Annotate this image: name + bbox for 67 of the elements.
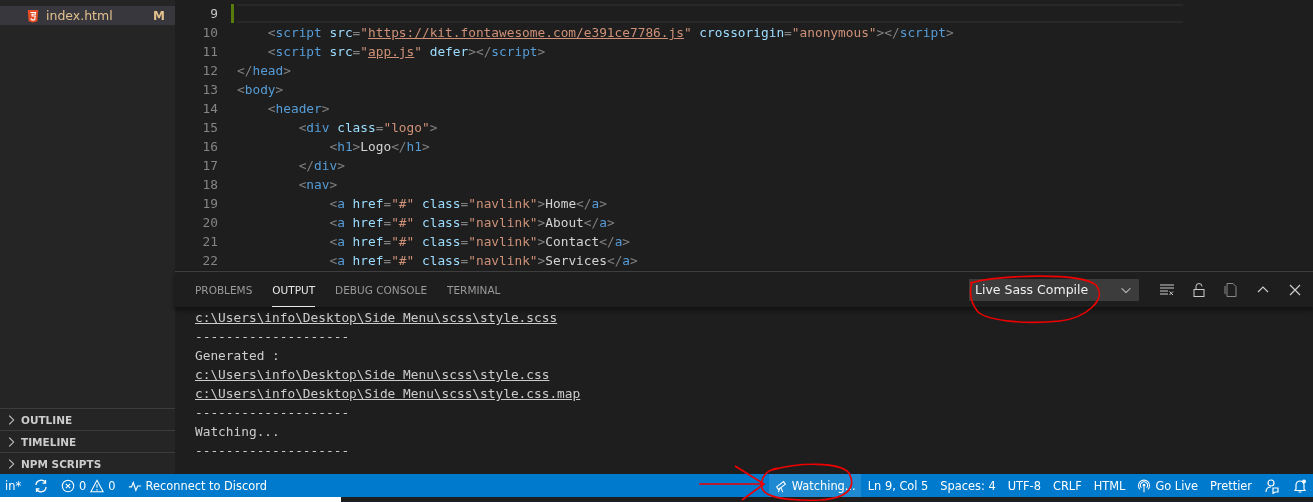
output-line: -------------------- [195, 329, 350, 344]
broadcast-icon [1137, 478, 1152, 493]
code-line: <a href="#" class="navlink">Contact</a> [328, 234, 631, 249]
line-number: 17 [202, 157, 219, 175]
clear-output-icon[interactable] [1159, 281, 1175, 298]
output-line: -------------------- [195, 405, 350, 420]
status-item[interactable]: in* [0, 474, 27, 497]
code-line: <a href="#" class="navlink">About</a> [328, 215, 615, 230]
status-item[interactable]: Ln 9, Col 5 [862, 474, 934, 497]
file-item[interactable]: index.html M [0, 6, 175, 25]
line-number: 11 [202, 43, 219, 61]
file-path-link[interactable]: c:\Users\info\Desktop\Side Menu\scss\style.scss [195, 310, 558, 325]
error-count: 0 [79, 478, 87, 493]
feedback-icon[interactable] [1264, 477, 1280, 494]
panel-tab[interactable]: OUTPUT [272, 272, 316, 307]
status-item[interactable]: HTML [1088, 474, 1131, 497]
status-item[interactable]: UTF-8 [1002, 474, 1046, 497]
output-channel-dropdown[interactable]: Live Sass Compile [969, 278, 1139, 301]
code-line: <body> [237, 82, 284, 97]
status-item[interactable]: Prettier [1205, 474, 1257, 497]
status-item[interactable]: Spaces: 4 [935, 474, 1001, 497]
code-line: <div class="logo"> [297, 120, 438, 135]
output-line: Watching... [195, 424, 280, 439]
line-number: 19 [202, 195, 219, 213]
code-line: <a href="#" class="navlink">Services</a> [328, 253, 638, 268]
line-number: 21 [202, 233, 219, 251]
code-line: </head> [237, 63, 291, 78]
bell-icon[interactable] [1292, 477, 1308, 494]
line-number: 16 [202, 138, 219, 156]
document-icon[interactable] [1223, 281, 1239, 298]
panel-tab[interactable]: TERMINAL [447, 272, 501, 307]
line-number: 15 [202, 119, 219, 137]
code-line: <header> [266, 101, 330, 116]
file-path-link[interactable]: c:\Users\info\Desktop\Side Menu\scss\style.css.map [195, 386, 581, 401]
html-file-icon [26, 8, 40, 23]
file-name: index.html [46, 8, 114, 23]
status-item[interactable]: Reconnect to Discord [122, 474, 272, 497]
warning-count: 0 [108, 478, 116, 493]
line-number: 18 [202, 176, 219, 194]
panel-tab[interactable]: PROBLEMS [195, 272, 253, 307]
output-line: -------------------- [195, 443, 350, 458]
code-line: <script src="https://kit.fontawesome.com/e391ce7786.js" crossorigin="anonymous"></script> [266, 25, 954, 40]
code-line: <h1>Logo</h1> [328, 139, 430, 154]
error-icon [61, 478, 76, 493]
line-number: 22 [202, 252, 219, 270]
line-number: 12 [202, 62, 219, 80]
line-number: 14 [202, 100, 219, 118]
status-item[interactable]: Go Live [1132, 474, 1204, 497]
warning-icon [90, 478, 105, 493]
status-item[interactable]: CRLF [1047, 474, 1087, 497]
code-line: <nav> [297, 177, 338, 192]
pulse-icon [127, 478, 142, 493]
telescope-icon [773, 478, 788, 493]
file-path-link[interactable]: c:\Users\info\Desktop\Side Menu\scss\style.css [195, 367, 550, 382]
line-number: 10 [202, 24, 219, 42]
unlock-icon[interactable] [1191, 281, 1207, 298]
problems-status[interactable]: 0 0 [56, 474, 121, 497]
panel-tab[interactable]: DEBUG CONSOLE [335, 272, 428, 307]
code-line: </div> [297, 158, 345, 173]
git-status-label: M [153, 8, 165, 23]
sync-icon[interactable] [33, 477, 50, 494]
code-line: <script src="app.js" defer></script> [266, 44, 546, 59]
line-number: 9 [210, 5, 219, 23]
code-line: <a href="#" class="navlink">Home</a> [328, 196, 607, 211]
output-line: Generated : [195, 348, 280, 363]
line-number: 13 [202, 81, 219, 99]
line-number: 20 [202, 214, 219, 232]
